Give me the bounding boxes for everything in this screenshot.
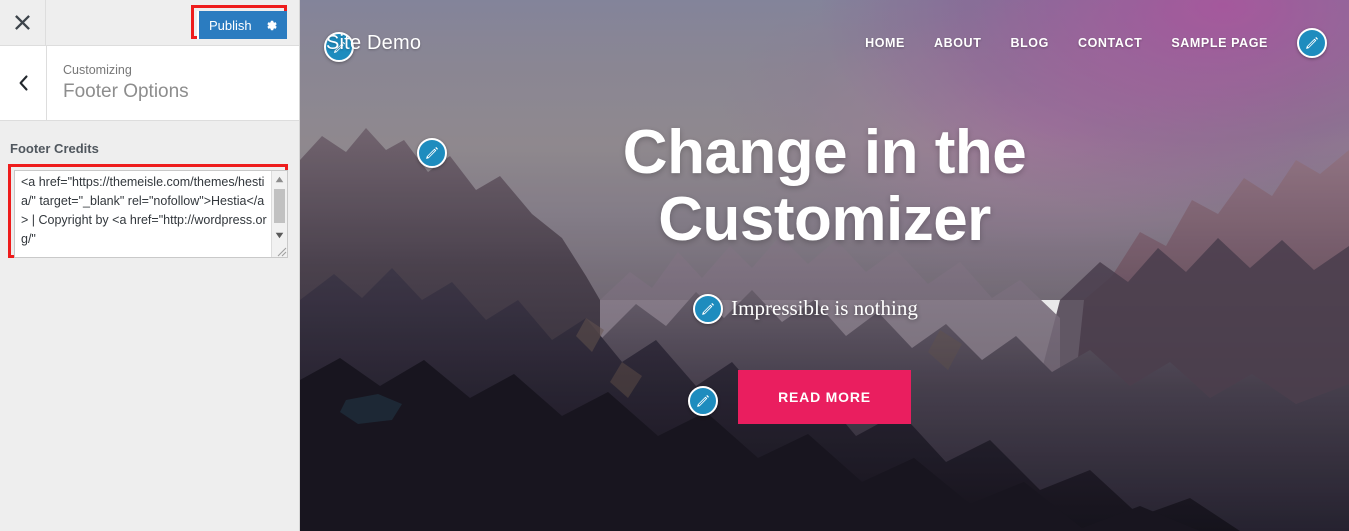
gear-icon[interactable] — [265, 19, 287, 32]
site-navbar: Site Demo HOME ABOUT BLOG CONTACT SAMPLE… — [300, 0, 1349, 86]
site-preview[interactable]: Site Demo HOME ABOUT BLOG CONTACT SAMPLE… — [300, 0, 1349, 531]
nav-item-contact[interactable]: CONTACT — [1078, 36, 1142, 50]
hero-section: Change in the Customizer Impressible is … — [300, 118, 1349, 424]
chevron-left-icon[interactable] — [0, 46, 47, 120]
customizer-panel-body: Footer Credits <a href="https://themeisl… — [0, 121, 299, 258]
customizer-sidebar: Publish Customizing Footer Options Foote… — [0, 0, 300, 531]
nav-item-sample-page[interactable]: SAMPLE PAGE — [1171, 36, 1268, 50]
footer-credits-textarea-container[interactable]: <a href="https://themeisle.com/themes/he… — [14, 170, 288, 258]
primary-menu: HOME ABOUT BLOG CONTACT SAMPLE PAGE — [865, 28, 1327, 58]
hero-title-text: Change in the Customizer — [622, 118, 1027, 254]
close-icon[interactable] — [0, 0, 46, 45]
breadcrumb-customizing: Customizing — [63, 62, 132, 77]
customizer-app: Publish Customizing Footer Options Foote… — [0, 0, 1349, 531]
footer-credits-highlight-box: <a href="https://themeisle.com/themes/he… — [8, 164, 288, 258]
customizer-section-header: Customizing Footer Options — [0, 46, 299, 121]
page-title: Footer Options — [63, 81, 189, 103]
menu-edit-pencil-icon[interactable] — [1297, 28, 1327, 58]
hero-button-edit-pencil-icon[interactable] — [688, 385, 719, 416]
footer-credits-input[interactable]: <a href="https://themeisle.com/themes/he… — [15, 171, 271, 257]
nav-item-about[interactable]: ABOUT — [934, 36, 981, 50]
customizer-topbar: Publish — [0, 0, 299, 46]
hero-subtitle[interactable]: Impressible is nothing — [693, 293, 918, 324]
scrollbar-track[interactable] — [272, 187, 287, 227]
textarea-scrollbar[interactable] — [271, 171, 287, 257]
hero-title[interactable]: Change in the Customizer — [416, 118, 1185, 254]
scroll-up-arrow-icon[interactable] — [272, 171, 287, 187]
hero-subtitle-edit-pencil-icon[interactable] — [693, 293, 724, 324]
hero-subtitle-text: Impressible is nothing — [731, 295, 918, 320]
nav-item-home[interactable]: HOME — [865, 36, 905, 50]
publish-button[interactable]: Publish — [197, 11, 287, 39]
hero-title-edit-pencil-icon[interactable] — [416, 138, 447, 168]
nav-item-blog[interactable]: BLOG — [1010, 36, 1049, 50]
scrollbar-thumb[interactable] — [274, 189, 285, 223]
footer-credits-label: Footer Credits — [10, 141, 99, 156]
publish-button-label: Publish — [209, 17, 252, 33]
publish-highlight-box: Publish — [191, 5, 287, 39]
read-more-button-label: READ MORE — [778, 388, 871, 405]
resize-handle-icon[interactable] — [272, 243, 287, 257]
read-more-button[interactable]: READ MORE — [688, 369, 911, 424]
scroll-down-arrow-icon[interactable] — [272, 227, 287, 243]
site-brand[interactable]: Site Demo — [326, 32, 421, 55]
section-header-titles: Customizing Footer Options — [47, 46, 189, 120]
